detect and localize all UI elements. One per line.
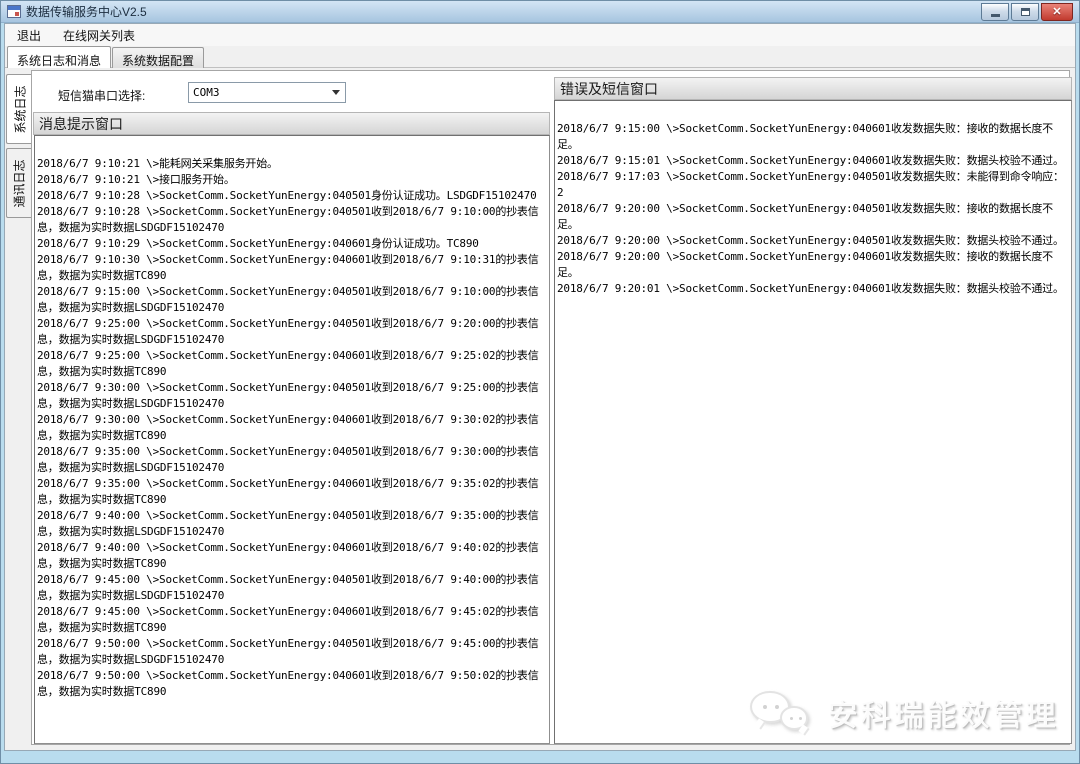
error-panel-header: 错误及短信窗口 [554, 77, 1072, 100]
message-log-line: 2018/6/7 9:40:00 \>SocketComm.SocketYunE… [37, 508, 547, 540]
menu-item-online-gateway-list[interactable]: 在线网关列表 [53, 24, 145, 47]
message-log-line: 2018/6/7 9:25:00 \>SocketComm.SocketYunE… [37, 348, 547, 380]
watermark: 安科瑞能效管理 [750, 688, 1059, 738]
minimize-button[interactable] [981, 3, 1009, 21]
side-tab-system-log[interactable]: 系统日志 [6, 74, 32, 144]
message-log-line: 2018/6/7 9:25:00 \>SocketComm.SocketYunE… [37, 316, 547, 348]
close-button[interactable]: ✕ [1041, 3, 1073, 21]
message-log-line: 2018/6/7 9:40:00 \>SocketComm.SocketYunE… [37, 540, 547, 572]
serial-port-value: COM3 [193, 86, 220, 99]
message-log[interactable]: 2018/6/7 9:10:21 \>能耗网关采集服务开始。2018/6/7 9… [34, 135, 550, 744]
serial-port-label: 短信猫串口选择: [58, 87, 145, 104]
window-title: 数据传输服务中心V2.5 [26, 3, 147, 20]
close-icon: ✕ [1052, 7, 1061, 18]
message-log-line: 2018/6/7 9:45:00 \>SocketComm.SocketYunE… [37, 572, 547, 604]
side-tab-comm-log[interactable]: 通讯日志 [6, 148, 31, 218]
message-log-line: 2018/6/7 9:50:00 \>SocketComm.SocketYunE… [37, 668, 547, 700]
tab-system-log-and-messages[interactable]: 系统日志和消息 [7, 46, 111, 68]
menu-bar: 退出 在线网关列表 [5, 24, 1075, 46]
log-tab-page: 短信猫串口选择: COM3 消息提示窗口 2018/6/7 9:10:21 \>… [31, 70, 1070, 745]
wechat-bubbles-icon [750, 688, 814, 738]
message-log-line: 2018/6/7 9:10:28 \>SocketComm.SocketYunE… [37, 204, 547, 236]
error-log-line: 2018/6/7 9:17:03 \>SocketComm.SocketYunE… [557, 169, 1069, 201]
message-log-line: 2018/6/7 9:10:21 \>接口服务开始。 [37, 172, 547, 188]
error-log-line: 2018/6/7 9:15:00 \>SocketComm.SocketYunE… [557, 121, 1069, 153]
message-log-line: 2018/6/7 9:50:00 \>SocketComm.SocketYunE… [37, 636, 547, 668]
message-log-line: 2018/6/7 9:10:29 \>SocketComm.SocketYunE… [37, 236, 547, 252]
maximize-icon [1021, 8, 1030, 16]
message-log-line: 2018/6/7 9:10:21 \>能耗网关采集服务开始。 [37, 156, 547, 172]
message-log-line: 2018/6/7 9:10:30 \>SocketComm.SocketYunE… [37, 252, 547, 284]
message-panel-header: 消息提示窗口 [33, 112, 550, 135]
error-log-line: 2018/6/7 9:15:01 \>SocketComm.SocketYunE… [557, 153, 1069, 169]
message-log-line: 2018/6/7 9:30:00 \>SocketComm.SocketYunE… [37, 380, 547, 412]
maximize-button[interactable] [1011, 3, 1039, 21]
chevron-down-icon [332, 90, 340, 95]
tab-bar: 系统日志和消息 系统数据配置 [5, 46, 1075, 68]
serial-port-select[interactable]: COM3 [188, 82, 346, 103]
tab-system-data-config[interactable]: 系统数据配置 [112, 47, 204, 68]
error-log-line: 2018/6/7 9:20:00 \>SocketComm.SocketYunE… [557, 233, 1069, 249]
message-log-line: 2018/6/7 9:10:28 \>SocketComm.SocketYunE… [37, 188, 547, 204]
error-log-line: 2018/6/7 9:20:00 \>SocketComm.SocketYunE… [557, 249, 1069, 281]
message-log-line: 2018/6/7 9:45:00 \>SocketComm.SocketYunE… [37, 604, 547, 636]
message-log-line: 2018/6/7 9:30:00 \>SocketComm.SocketYunE… [37, 412, 547, 444]
title-bar[interactable]: 数据传输服务中心V2.5 ✕ [1, 1, 1079, 23]
app-window: 数据传输服务中心V2.5 ✕ 退出 在线网关列表 系统日志和消息 系统数据配置 … [0, 0, 1080, 764]
watermark-text: 安科瑞能效管理 [828, 691, 1059, 735]
menu-item-exit[interactable]: 退出 [7, 24, 51, 47]
minimize-icon [991, 14, 1000, 17]
error-log-line: 2018/6/7 9:20:01 \>SocketComm.SocketYunE… [557, 281, 1069, 297]
message-log-line: 2018/6/7 9:35:00 \>SocketComm.SocketYunE… [37, 476, 547, 508]
message-log-line: 2018/6/7 9:15:00 \>SocketComm.SocketYunE… [37, 284, 547, 316]
error-log[interactable]: 2018/6/7 9:15:00 \>SocketComm.SocketYunE… [554, 100, 1072, 744]
client-area: 退出 在线网关列表 系统日志和消息 系统数据配置 系统日志 通讯日志 短信猫串口… [4, 23, 1076, 751]
error-log-line: 2018/6/7 9:20:00 \>SocketComm.SocketYunE… [557, 201, 1069, 233]
app-icon [7, 5, 21, 18]
message-log-line: 2018/6/7 9:35:00 \>SocketComm.SocketYunE… [37, 444, 547, 476]
